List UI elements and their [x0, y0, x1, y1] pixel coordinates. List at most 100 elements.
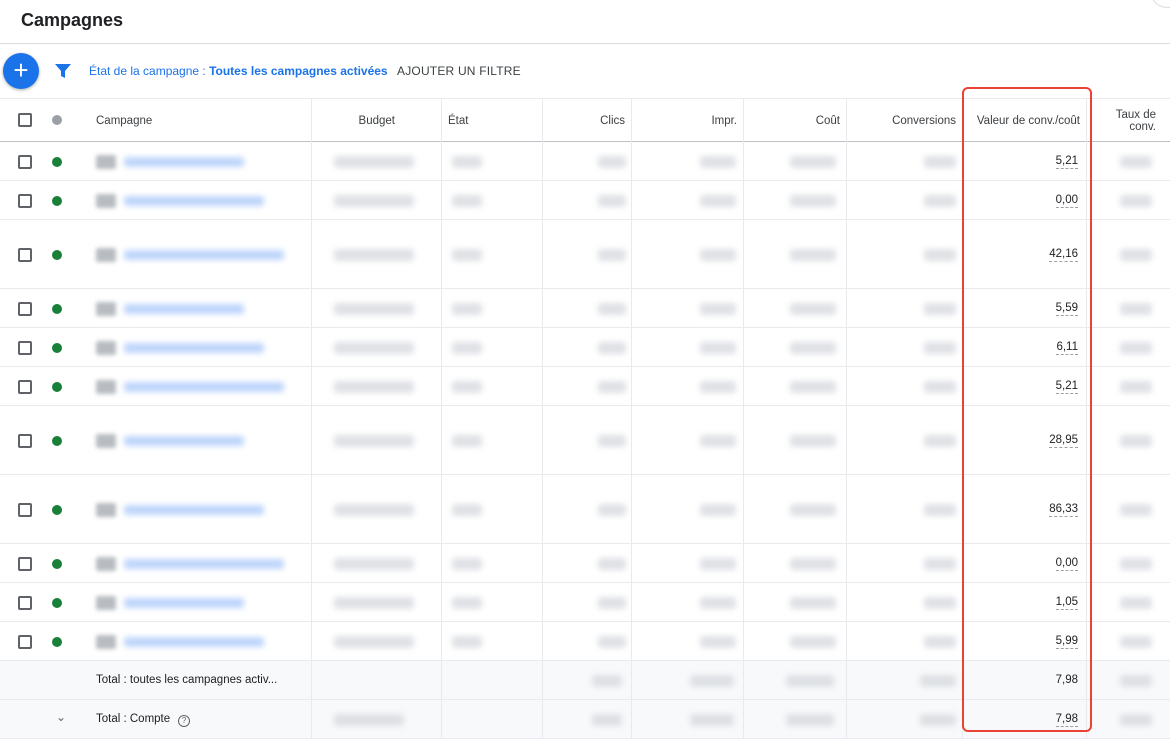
row-checkbox[interactable] — [18, 595, 32, 610]
valeur-conv-cout-value[interactable]: 5,59 — [1055, 302, 1078, 316]
table-row[interactable]: 1,05 — [0, 583, 1170, 622]
total-label: Total : toutes les campagnes activ... — [96, 674, 277, 686]
row-checkbox[interactable] — [18, 433, 32, 448]
redacted-value — [924, 596, 956, 609]
valeur-conv-cout-value[interactable]: 28,95 — [1049, 434, 1078, 448]
col-header-clics[interactable]: Clics — [543, 99, 632, 142]
redacted-value — [1120, 434, 1152, 447]
budget-value — [334, 194, 414, 207]
redacted-value — [924, 434, 956, 447]
campaign-name-link[interactable] — [124, 597, 244, 608]
row-checkbox[interactable] — [18, 247, 32, 262]
redacted-value — [700, 155, 736, 168]
redacted-value — [790, 341, 836, 354]
col-header-cout[interactable]: Coût — [744, 99, 847, 142]
valeur-conv-cout-value[interactable]: 42,16 — [1049, 248, 1078, 262]
campaign-name-link[interactable] — [124, 435, 244, 446]
table-row[interactable]: 5,59 — [0, 289, 1170, 328]
select-all-checkbox[interactable] — [18, 113, 32, 127]
valeur-conv-cout-value[interactable]: 5,99 — [1055, 635, 1078, 649]
redacted-value — [700, 194, 736, 207]
row-checkbox[interactable] — [18, 634, 32, 649]
valeur-conv-cout-value[interactable]: 1,05 — [1055, 596, 1078, 610]
redacted-value — [1120, 302, 1152, 315]
col-header-taux-conv[interactable]: Taux de conv. — [1087, 99, 1170, 142]
total-valeur-conv-cout-value[interactable]: 7,98 — [1056, 674, 1078, 687]
table-row[interactable]: 0,00 — [0, 544, 1170, 583]
redacted-value — [700, 503, 736, 516]
col-header-campagne[interactable]: Campagne — [90, 99, 312, 142]
campaign-name-link[interactable] — [124, 342, 264, 353]
campaign-name-link[interactable] — [124, 504, 264, 515]
redacted-value — [790, 635, 836, 648]
redacted-value — [598, 341, 626, 354]
redacted-value — [700, 434, 736, 447]
campaign-name-link[interactable] — [124, 195, 264, 206]
row-checkbox[interactable] — [18, 379, 32, 394]
col-header-conversions[interactable]: Conversions — [847, 99, 963, 142]
redacted-value — [924, 155, 956, 168]
redacted-value — [1120, 503, 1152, 516]
corner-button[interactable] — [1152, 0, 1170, 8]
table-row[interactable]: 28,95 — [0, 406, 1170, 475]
status-enabled-icon — [52, 381, 62, 392]
table-row[interactable]: 86,33 — [0, 475, 1170, 544]
campaign-name-link[interactable] — [124, 303, 244, 314]
campaign-status-filter[interactable]: État de la campagne : Toutes les campagn… — [89, 64, 388, 78]
redacted-value — [1120, 380, 1152, 393]
valeur-conv-cout-value[interactable]: 5,21 — [1055, 380, 1078, 394]
redacted-value — [700, 635, 736, 648]
budget-value — [334, 380, 414, 393]
budget-value — [334, 302, 414, 315]
redacted-value — [790, 194, 836, 207]
col-header-valeur-conv-cout[interactable]: Valeur de conv./coût — [963, 99, 1087, 142]
total-valeur-conv-cout-value[interactable]: 7,98 — [1055, 713, 1078, 727]
chevron-down-icon[interactable]: ⌄ — [56, 710, 66, 724]
col-header-etat[interactable]: État — [442, 99, 543, 142]
row-checkbox[interactable] — [18, 556, 32, 571]
campaign-type-icon — [96, 247, 116, 262]
table-row[interactable]: 5,99 — [0, 622, 1170, 661]
row-checkbox[interactable] — [18, 502, 32, 517]
campaign-type-icon — [96, 502, 116, 517]
redacted-value — [790, 596, 836, 609]
valeur-conv-cout-value[interactable]: 6,11 — [1056, 341, 1078, 355]
campaign-name-link[interactable] — [124, 381, 284, 392]
row-checkbox[interactable] — [18, 193, 32, 208]
col-header-budget[interactable]: Budget — [312, 99, 442, 142]
row-checkbox[interactable] — [18, 154, 32, 169]
row-checkbox[interactable] — [18, 301, 32, 316]
add-campaign-button[interactable]: + — [3, 53, 39, 89]
redacted-value — [598, 596, 626, 609]
table-row[interactable]: 5,21 — [0, 367, 1170, 406]
valeur-conv-cout-value[interactable]: 0,00 — [1055, 557, 1078, 571]
redacted-value — [452, 302, 482, 315]
campaign-type-icon — [96, 301, 116, 316]
status-enabled-icon — [52, 342, 62, 353]
add-filter-button[interactable]: AJOUTER UN FILTRE — [397, 64, 521, 78]
campaign-name-link[interactable] — [124, 636, 264, 647]
redacted-value — [452, 503, 482, 516]
redacted-value — [786, 713, 834, 726]
valeur-conv-cout-value[interactable]: 5,21 — [1055, 155, 1078, 169]
campaign-name-link[interactable] — [124, 249, 284, 260]
redacted-value — [592, 713, 622, 726]
redacted-value — [598, 248, 626, 261]
row-checkbox[interactable] — [18, 340, 32, 355]
help-circle-icon[interactable]: ? — [178, 714, 191, 727]
table-row[interactable]: 0,00 — [0, 181, 1170, 220]
valeur-conv-cout-value[interactable]: 0,00 — [1055, 194, 1078, 208]
table-row[interactable]: 6,11 — [0, 328, 1170, 367]
status-header-icon — [52, 115, 62, 125]
table-row[interactable]: 42,16 — [0, 220, 1170, 289]
valeur-conv-cout-value[interactable]: 86,33 — [1049, 503, 1078, 517]
redacted-value — [700, 596, 736, 609]
filter-icon[interactable] — [54, 63, 72, 79]
redacted-value — [598, 380, 626, 393]
campaign-name-link[interactable] — [124, 558, 284, 569]
col-header-impr[interactable]: Impr. — [632, 99, 744, 142]
table-cell — [312, 661, 442, 699]
campaign-name-link[interactable] — [124, 156, 244, 167]
table-row[interactable]: 5,21 — [0, 142, 1170, 181]
redacted-value — [1120, 596, 1152, 609]
